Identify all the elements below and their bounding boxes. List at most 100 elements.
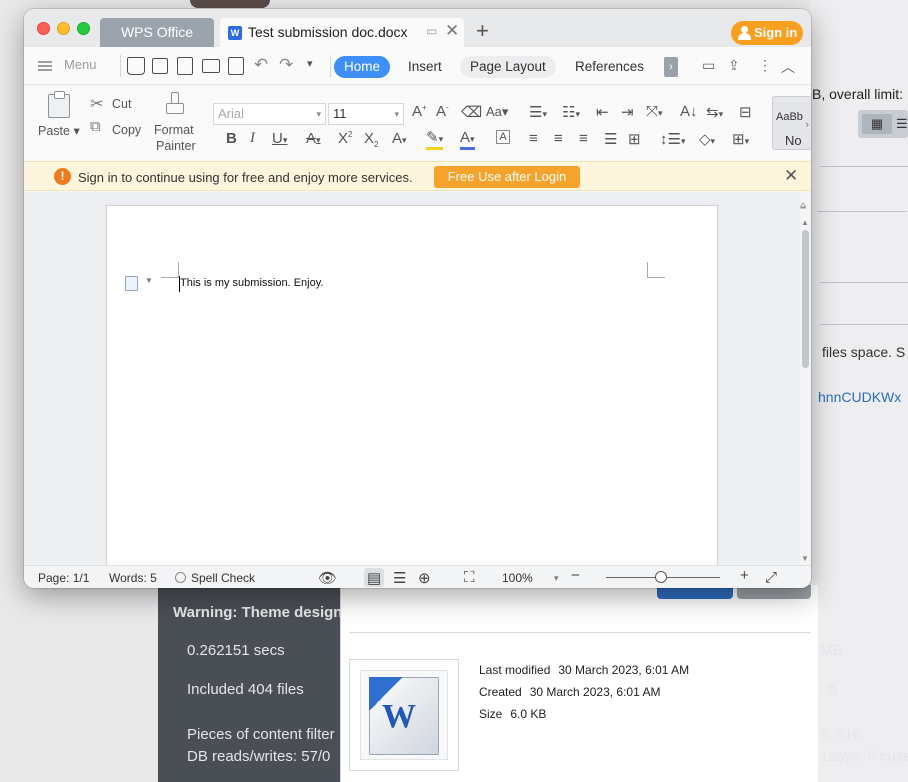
grid-view-icon[interactable]: ▦ bbox=[862, 114, 892, 134]
format-painter-icon[interactable] bbox=[165, 92, 185, 116]
zoom-slider-handle[interactable] bbox=[655, 571, 667, 583]
numbered-list-icon[interactable]: ☷▾ bbox=[562, 103, 580, 121]
new-tab-button[interactable]: + bbox=[476, 20, 489, 42]
document-text[interactable]: This is my submission. Enjoy. bbox=[180, 277, 323, 289]
tab-wps-office[interactable]: WPS Office bbox=[100, 18, 214, 47]
increase-font-icon[interactable]: A+ bbox=[412, 103, 427, 120]
styles-gallery[interactable]: AaBb No › bbox=[772, 96, 811, 150]
text-effect-icon[interactable]: A▾ bbox=[392, 130, 407, 147]
maximize-window-button[interactable] bbox=[77, 22, 90, 35]
table-lines-icon[interactable]: ⊟ bbox=[739, 103, 752, 121]
chinese-layout-icon[interactable]: ⤧▾ bbox=[646, 103, 663, 120]
save-icon[interactable] bbox=[152, 58, 168, 74]
open-folder-icon[interactable] bbox=[127, 57, 145, 75]
scroll-thumb[interactable] bbox=[802, 230, 809, 368]
export-pdf-icon[interactable] bbox=[177, 57, 193, 75]
free-use-login-button[interactable]: Free Use after Login bbox=[434, 166, 580, 188]
superscript-icon[interactable]: X2 bbox=[338, 130, 352, 147]
print-icon[interactable] bbox=[202, 59, 220, 73]
tab-references[interactable]: References bbox=[565, 56, 654, 78]
share-icon[interactable]: ⇪ bbox=[728, 57, 740, 74]
spell-check-toggle[interactable]: Spell Check bbox=[175, 571, 255, 585]
close-window-button[interactable] bbox=[37, 22, 50, 35]
sign-in-button[interactable]: Sign in bbox=[731, 21, 803, 45]
copy-icon[interactable]: ⧉ bbox=[90, 118, 101, 135]
tab-home[interactable]: Home bbox=[334, 56, 391, 78]
borders-icon[interactable]: ⊞▾ bbox=[732, 130, 749, 148]
menu-button[interactable]: Menu bbox=[38, 57, 97, 73]
eye-protection-icon[interactable]: 👁︎ bbox=[318, 569, 337, 587]
align-center-icon[interactable]: ≡ bbox=[554, 130, 563, 147]
show-hide-icon[interactable]: ⇆▾ bbox=[706, 103, 723, 121]
fullscreen-icon[interactable]: ⤢ bbox=[765, 569, 777, 586]
scroll-down-icon[interactable]: ▼ bbox=[801, 554, 809, 563]
zoom-level[interactable]: 100% bbox=[502, 571, 533, 585]
subscript-icon[interactable]: X2 bbox=[364, 130, 378, 149]
shading-icon[interactable]: ◇▾ bbox=[699, 130, 715, 148]
float-window-icon[interactable]: ▭ bbox=[426, 24, 437, 38]
cut-button[interactable]: Cut bbox=[112, 97, 131, 111]
word-count[interactable]: Words: 5 bbox=[109, 571, 157, 585]
paste-icon[interactable] bbox=[48, 91, 70, 118]
page-view-icon[interactable]: ▤ bbox=[367, 569, 381, 587]
tab-document[interactable]: W Test submission doc.docx ▭ ✕ bbox=[220, 18, 464, 47]
customize-quick-access-icon[interactable]: ▾ bbox=[307, 57, 313, 70]
close-banner-icon[interactable]: ✕ bbox=[784, 166, 798, 186]
file-link[interactable]: hnnCUDKWx bbox=[818, 389, 901, 405]
sort-icon[interactable]: A↓ bbox=[680, 103, 698, 120]
format-painter-label-1[interactable]: Format bbox=[154, 123, 194, 137]
zoom-in-icon[interactable]: + bbox=[740, 567, 749, 584]
web-view-icon[interactable]: ⊕ bbox=[418, 569, 431, 587]
line-spacing-icon[interactable]: ↕☰▾ bbox=[660, 130, 685, 148]
split-view-icon[interactable]: ⩠ bbox=[800, 200, 806, 211]
font-color-icon[interactable]: A▾ bbox=[460, 130, 475, 150]
bullet-list-icon[interactable]: ☰▾ bbox=[529, 103, 547, 121]
fit-page-icon[interactable]: ⛶ bbox=[464, 569, 475, 586]
outline-view-icon[interactable]: ☰ bbox=[393, 569, 406, 587]
close-tab-icon[interactable]: ✕ bbox=[445, 21, 459, 41]
minimize-window-button[interactable] bbox=[57, 22, 70, 35]
align-left-icon[interactable]: ≡ bbox=[529, 130, 538, 147]
undo-icon[interactable]: ↶ bbox=[254, 55, 268, 75]
paste-button[interactable]: Paste ▾ bbox=[38, 123, 80, 138]
document-page[interactable]: ▼ This is my submission. Enjoy. bbox=[106, 205, 718, 567]
align-right-icon[interactable]: ≡ bbox=[579, 130, 588, 147]
italic-icon[interactable]: I bbox=[250, 130, 255, 147]
chevron-down-icon[interactable]: ▼ bbox=[145, 276, 153, 285]
justify-icon[interactable]: ☰ bbox=[604, 130, 617, 148]
increase-indent-icon[interactable]: ⇥ bbox=[621, 103, 634, 121]
view-toggle[interactable]: ▦ ☰ bbox=[858, 110, 908, 138]
underline-icon[interactable]: U▾ bbox=[272, 130, 287, 147]
more-tabs-icon[interactable]: › bbox=[664, 57, 678, 77]
strikethrough-icon[interactable]: A▾ bbox=[306, 130, 321, 147]
paragraph-menu-icon[interactable] bbox=[125, 276, 138, 291]
cut-icon[interactable]: ✂ bbox=[90, 94, 103, 114]
zoom-out-icon[interactable]: − bbox=[571, 567, 580, 584]
redo-icon[interactable]: ↷ bbox=[279, 55, 293, 75]
font-name-select[interactable]: Arial ▾ bbox=[213, 103, 326, 125]
collapse-ribbon-icon[interactable]: ︿ bbox=[781, 57, 795, 77]
print-preview-icon[interactable] bbox=[228, 57, 244, 75]
highlight-icon[interactable]: ✎▾ bbox=[426, 130, 444, 150]
decrease-font-icon[interactable]: A- bbox=[436, 103, 449, 120]
font-size-select[interactable]: 11 ▾ bbox=[328, 103, 404, 125]
copy-button[interactable]: Copy bbox=[112, 123, 141, 137]
vertical-scrollbar[interactable]: ⩠ ▲ ▼ bbox=[800, 192, 811, 565]
scroll-up-icon[interactable]: ▲ bbox=[801, 218, 809, 227]
chevron-right-icon[interactable]: › bbox=[805, 119, 809, 131]
distributed-icon[interactable]: ⊞ bbox=[628, 130, 641, 148]
format-painter-label-2[interactable]: Painter bbox=[156, 139, 196, 153]
file-thumbnail[interactable]: W bbox=[349, 659, 459, 771]
more-options-icon[interactable]: ⋮ bbox=[758, 57, 772, 74]
list-view-icon[interactable]: ☰ bbox=[896, 114, 908, 134]
zoom-dropdown-icon[interactable]: ▾ bbox=[554, 573, 559, 584]
tab-insert[interactable]: Insert bbox=[398, 56, 452, 78]
character-shading-icon[interactable]: A bbox=[496, 130, 510, 144]
comment-icon[interactable]: ▭ bbox=[702, 57, 715, 74]
page-count[interactable]: Page: 1/1 bbox=[38, 571, 89, 585]
tab-page-layout[interactable]: Page Layout bbox=[460, 56, 556, 78]
bold-icon[interactable]: B bbox=[226, 130, 237, 147]
decrease-indent-icon[interactable]: ⇤ bbox=[596, 103, 609, 121]
clear-format-icon[interactable]: ⌫ bbox=[461, 103, 482, 121]
change-case-icon[interactable]: Aa▾ bbox=[486, 104, 508, 120]
